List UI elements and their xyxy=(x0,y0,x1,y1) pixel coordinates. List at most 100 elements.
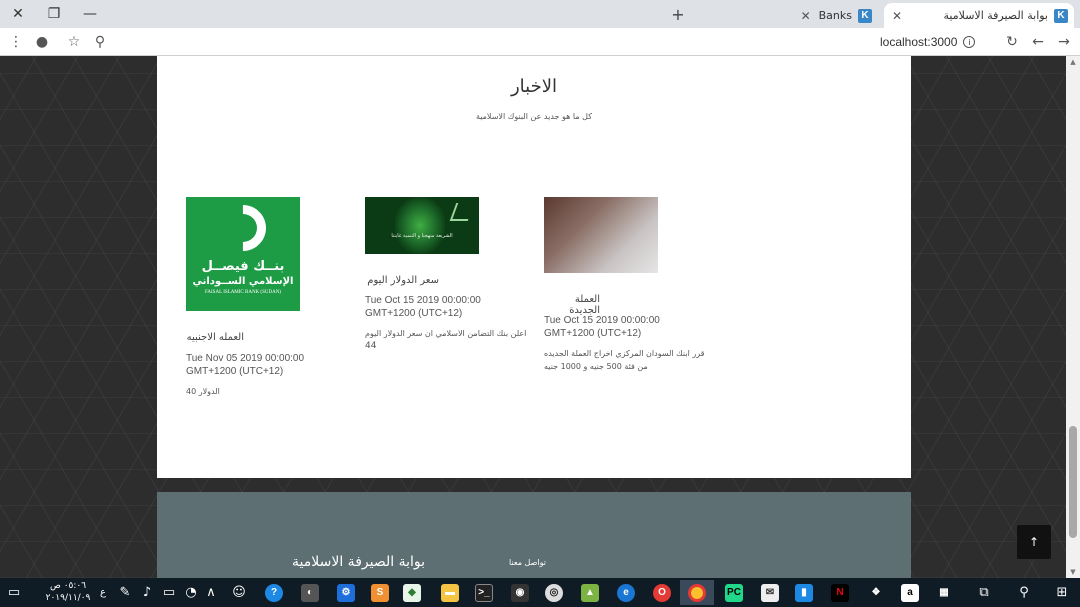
card-title: العملة الجديدة xyxy=(569,294,600,316)
url-text: localhost:3000 xyxy=(880,35,958,49)
news-section: الاخبار كل ما هو جديد عن البنوك الاسلامي… xyxy=(157,56,911,478)
tray-chevron-icon[interactable]: ∧ xyxy=(200,580,222,605)
clock[interactable]: ٠٥:٠٦ ص ٢٠١٩/١١/٠٩ xyxy=(42,580,94,604)
scroll-up-icon[interactable]: ▲ xyxy=(1069,58,1077,66)
sublime-icon[interactable]: S xyxy=(366,580,394,605)
help-icon[interactable]: ? xyxy=(260,580,288,605)
app-icon[interactable]: ◐ xyxy=(296,580,324,605)
task-view-icon[interactable]: ⧉ xyxy=(970,580,998,605)
banner-glow xyxy=(395,197,445,254)
file-explorer-icon[interactable]: ▬ xyxy=(436,580,464,605)
card-date-line: Tue Oct 15 2019 00:00:00 xyxy=(365,295,481,306)
card-body: الدولار 40 xyxy=(186,385,356,398)
tablet-icon[interactable]: ▮ xyxy=(790,580,818,605)
footer-brand: بوابة الصيرفة الاسلامية xyxy=(292,554,425,570)
card-title: سعر الدولار اليوم xyxy=(367,275,439,286)
volume-icon[interactable]: ♪ xyxy=(136,580,158,605)
site-info-icon[interactable]: i xyxy=(963,36,976,48)
card-date-line: Tue Oct 15 2019 00:00:00 xyxy=(544,315,660,326)
pen-icon[interactable]: ✎ xyxy=(114,580,136,605)
news-subtitle: كل ما هو جديد عن البنوك الاسلامية xyxy=(475,112,593,121)
site-footer: بوابة الصيرفة الاسلامية تواصل معنا xyxy=(157,492,911,578)
new-tab-button[interactable]: + xyxy=(668,3,688,25)
card-date-line: Tue Nov 05 2019 00:00:00 xyxy=(186,353,305,364)
card-date: Tue Oct 15 2019 00:00:00 GMT+1200 (UTC+1… xyxy=(365,294,515,320)
card-date-line: GMT+1200 (UTC+12) xyxy=(186,366,284,377)
close-window-icon[interactable]: ✕ xyxy=(0,0,36,28)
camera-icon[interactable]: ◉ xyxy=(506,580,534,605)
tab-favicon: K xyxy=(858,8,872,23)
profile-icon[interactable]: ● xyxy=(30,28,54,56)
logo-text: الإسلامي الســوداني xyxy=(192,276,294,287)
language-indicator[interactable]: ع xyxy=(92,580,114,605)
tab-close-icon[interactable]: ✕ xyxy=(892,9,902,23)
news-title: الاخبار xyxy=(510,76,557,97)
banner-mark xyxy=(449,203,475,221)
card-body: اعلن بنك التضامن الاسلامي ان سعر الدولار… xyxy=(365,327,535,353)
restore-window-icon[interactable]: ❐ xyxy=(36,0,72,28)
search-icon[interactable]: ⚲ xyxy=(1010,580,1038,605)
back-to-top-button[interactable]: ↑ xyxy=(1017,525,1051,559)
islamic-bank-banner: الشريعة منهجنا و التنمية غايتنا xyxy=(365,197,479,254)
amazon-icon[interactable]: a xyxy=(896,580,924,605)
search-icon[interactable]: ⚲ xyxy=(88,28,112,56)
store-icon[interactable]: ▦ xyxy=(930,580,958,605)
logo-text: بنــك فيصــل xyxy=(201,259,285,274)
people-icon[interactable]: ☺ xyxy=(228,580,250,605)
faisal-logo-ring xyxy=(210,195,276,261)
page-scrollbar[interactable]: ▲ ▼ xyxy=(1066,56,1080,578)
url-field[interactable]: localhost:3000 i xyxy=(880,34,990,50)
back-arrow-icon[interactable]: ← xyxy=(1026,28,1050,56)
media-icon[interactable]: ◎ xyxy=(540,580,568,605)
network-icon[interactable]: ◔ xyxy=(180,580,202,605)
tab-close-icon[interactable]: ✕ xyxy=(801,9,811,23)
settings-icon[interactable]: ⚙ xyxy=(332,580,360,605)
bluestacks-icon[interactable]: ▲ xyxy=(576,580,604,605)
logo-text: FAISAL ISLAMIC BANK (SUDAN) xyxy=(205,290,281,295)
notifications-icon[interactable]: ▭ xyxy=(0,580,28,605)
dropbox-icon[interactable]: ❖ xyxy=(862,580,890,605)
tab-active[interactable]: K بوابة الصيرفة الاسلامية ✕ xyxy=(884,3,1074,28)
netflix-icon[interactable]: N xyxy=(826,580,854,605)
card-body: قرر ابنك السودان المركزي اخراج العملة ال… xyxy=(544,347,714,373)
chrome-icon[interactable] xyxy=(680,580,714,605)
scroll-down-icon[interactable]: ▼ xyxy=(1069,568,1077,576)
faisal-bank-logo: بنــك فيصــل الإسلامي الســوداني FAISAL … xyxy=(186,195,300,311)
forward-arrow-icon[interactable]: → xyxy=(1052,28,1076,56)
opera-icon[interactable]: O xyxy=(648,580,676,605)
minimize-window-icon[interactable]: — xyxy=(72,0,108,28)
tab-title: Banks xyxy=(818,9,852,22)
scrollbar-thumb[interactable] xyxy=(1069,426,1077,538)
card-body-line: قرر ابنك السودان المركزي اخراج العملة ال… xyxy=(544,349,705,358)
windows-start-icon[interactable]: ⊞ xyxy=(1048,580,1076,605)
menu-icon[interactable]: ⋮ xyxy=(4,28,28,56)
bookmark-star-icon[interactable]: ☆ xyxy=(62,28,86,56)
card-date: Tue Nov 05 2019 00:00:00 GMT+1200 (UTC+1… xyxy=(186,352,336,378)
card-title: العمله الاجنبيه xyxy=(186,332,244,343)
edge-icon[interactable]: e xyxy=(612,580,640,605)
news-card[interactable]: العملة الجديدة Tue Oct 15 2019 00:00:00 … xyxy=(544,197,714,397)
battery-icon[interactable]: ▭ xyxy=(158,580,180,605)
terminal-icon[interactable]: >_ xyxy=(470,580,498,605)
clock-time: ٠٥:٠٦ ص xyxy=(49,581,87,591)
reload-icon[interactable]: ↻ xyxy=(1000,28,1024,56)
card-date-line: GMT+1200 (UTC+12) xyxy=(365,308,463,319)
news-card[interactable]: الشريعة منهجنا و التنمية غايتنا سعر الدو… xyxy=(365,197,535,377)
card-body-line: اعلن بنك التضامن الاسلامي ان سعر الدولار… xyxy=(365,329,527,338)
card-date-line: GMT+1200 (UTC+12) xyxy=(544,328,642,339)
pycharm-icon[interactable]: PC xyxy=(720,580,748,605)
mongodb-icon[interactable]: ◆ xyxy=(398,580,426,605)
card-body-line: 44 xyxy=(365,341,377,351)
card-date: Tue Oct 15 2019 00:00:00 GMT+1200 (UTC+1… xyxy=(544,314,694,340)
tab-favicon: K xyxy=(1054,8,1068,23)
card-body-line: من فئة 500 جنيه و 1000 جنيه xyxy=(544,362,648,371)
news-card[interactable]: بنــك فيصــل الإسلامي الســوداني FAISAL … xyxy=(186,195,356,417)
card-body-line: الدولار 40 xyxy=(186,387,220,396)
taskbar: ▭ ٠٥:٠٦ ص ٢٠١٩/١١/٠٩ ع ✎ ♪ ▭ ◔ ∧ ☺ ? ◐ ⚙… xyxy=(0,578,1080,607)
mail-icon[interactable]: ✉ xyxy=(756,580,784,605)
footer-contact-heading: تواصل معنا xyxy=(509,558,546,567)
page-viewport: الاخبار كل ما هو جديد عن البنوك الاسلامي… xyxy=(0,56,1066,578)
banner-text: الشريعة منهجنا و التنمية غايتنا xyxy=(391,233,453,239)
currency-image xyxy=(544,197,658,273)
tab-banks[interactable]: K Banks ✕ xyxy=(698,3,878,28)
